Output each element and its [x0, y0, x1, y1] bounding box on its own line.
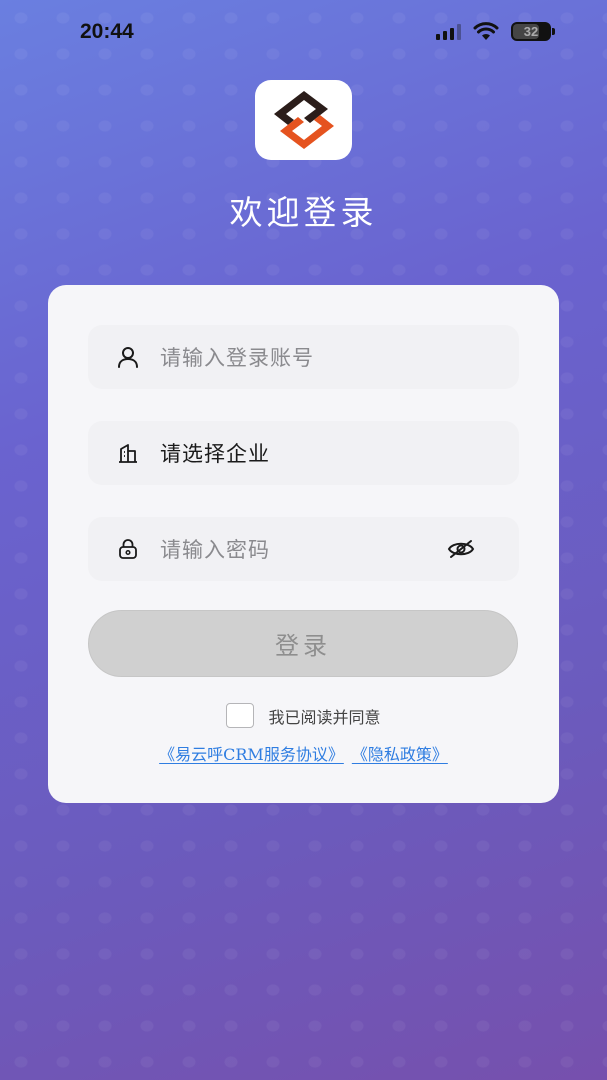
agreement-checkbox[interactable]: [226, 703, 255, 728]
cellular-signal-icon: [436, 23, 461, 40]
status-bar: 20:44 32: [0, 0, 607, 66]
lock-icon: [116, 537, 140, 561]
agreement-links: 《易云呼CRM服务协议》 《隐私政策》: [48, 741, 559, 765]
account-input[interactable]: 请输入登录账号: [160, 342, 314, 372]
enterprise-select[interactable]: 请选择企业: [160, 438, 270, 468]
building-icon: [116, 441, 140, 465]
service-agreement-link[interactable]: 《易云呼CRM服务协议》: [159, 741, 344, 765]
enterprise-field[interactable]: 请选择企业: [88, 421, 519, 485]
company-logo: [255, 80, 352, 160]
battery-icon: 32: [511, 22, 551, 41]
account-field[interactable]: 请输入登录账号: [88, 325, 519, 389]
password-input[interactable]: 请输入密码: [160, 534, 270, 564]
login-card: 请输入登录账号 请选择企业 请输入密码 登录 我已阅读并同意 《易云呼CRM服务…: [48, 285, 559, 803]
wifi-icon: [473, 22, 499, 40]
status-time: 20:44: [80, 20, 134, 43]
user-icon: [116, 345, 140, 369]
privacy-policy-link[interactable]: 《隐私政策》: [352, 741, 448, 765]
status-icons: 32: [436, 22, 555, 41]
welcome-title: 欢迎登录: [229, 193, 378, 232]
eye-off-icon[interactable]: [447, 539, 475, 559]
agreement-text: 我已阅读并同意: [268, 707, 381, 727]
battery-level: 32: [523, 24, 539, 39]
agreement-row: 我已阅读并同意: [48, 703, 559, 728]
logo-mark-icon: [273, 91, 334, 149]
password-field[interactable]: 请输入密码: [88, 517, 519, 581]
login-button[interactable]: 登录: [88, 610, 518, 677]
